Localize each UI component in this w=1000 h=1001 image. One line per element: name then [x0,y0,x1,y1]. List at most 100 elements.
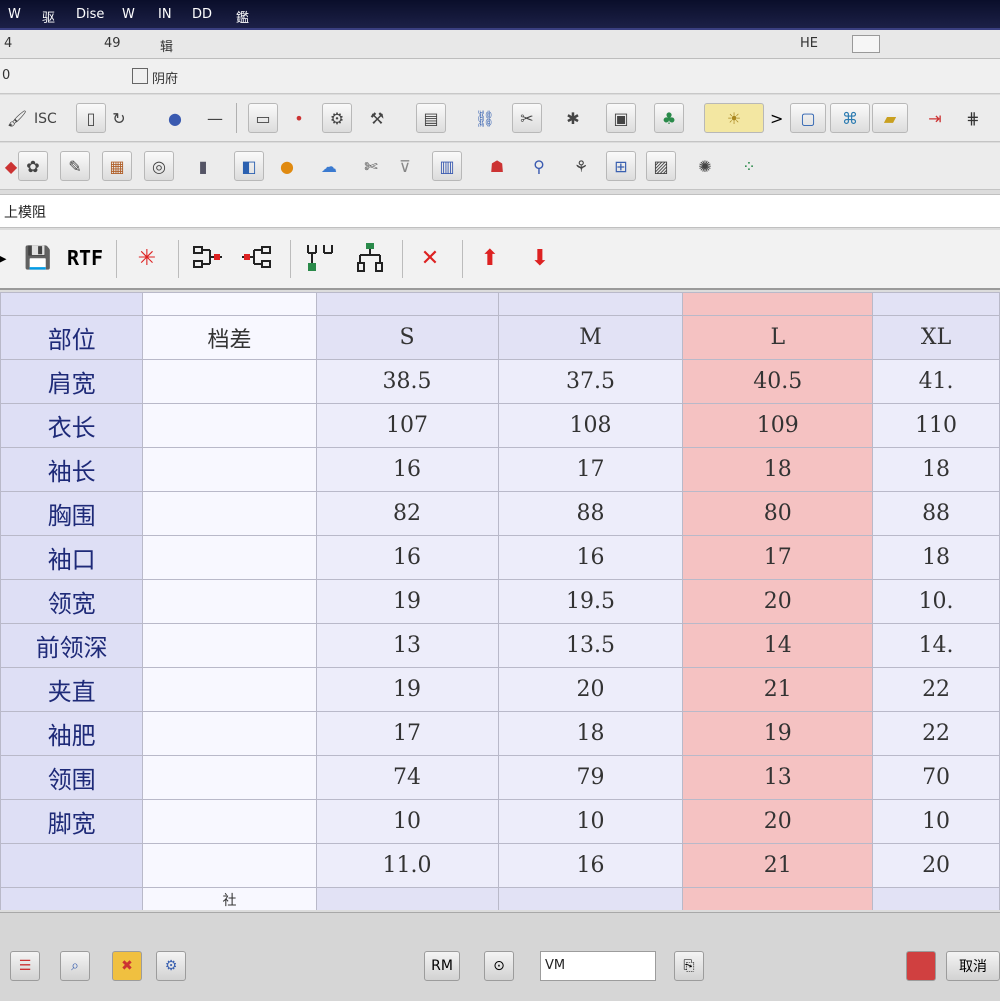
table-cell[interactable] [142,623,317,668]
leaf-icon[interactable]: ♣ [654,103,684,133]
search-icon[interactable]: ⌕ [60,951,90,981]
palette-icon[interactable]: ✿ [18,151,48,181]
scissors-icon[interactable]: ✄ [356,151,386,181]
cut-icon[interactable]: ✂ [512,103,542,133]
chart-icon[interactable]: ▥ [432,151,462,181]
table-cell[interactable]: 80 [682,491,874,536]
table-cell[interactable]: 70 [872,755,1000,800]
filter-icon[interactable]: ⊽ [390,151,420,181]
table-cell[interactable] [0,887,144,910]
next-icon[interactable]: > [770,109,783,128]
table-cell[interactable]: 10 [315,799,499,844]
table-cell[interactable] [142,447,317,492]
bug-icon[interactable]: ✱ [558,103,588,133]
settings-icon[interactable]: ⚙ [156,951,186,981]
table-cell[interactable]: 21 [682,843,874,888]
sun-icon[interactable]: ☀ [704,103,764,133]
table-cell[interactable]: 10 [497,799,684,844]
table-cell[interactable] [497,292,684,316]
mid-button[interactable]: RM [424,951,460,981]
link-icon[interactable]: ⛓ [470,103,500,133]
table-cell[interactable]: 13 [315,623,499,668]
database-icon[interactable]: ◧ [234,151,264,181]
people-icon[interactable]: ☗ [482,151,512,181]
row-label[interactable]: 衣长 [0,403,144,448]
move-down-icon[interactable]: ⬇ [522,240,558,276]
menu-item[interactable]: 4 [4,36,12,51]
list-icon[interactable]: ☰ [10,951,40,981]
table-cell[interactable]: 20 [682,579,874,624]
table-cell[interactable]: 41. [872,359,1000,404]
window-icon[interactable] [852,35,880,53]
row-label[interactable]: 脚宽 [0,799,144,844]
table-cell[interactable]: 16 [315,535,499,580]
row-label[interactable]: 领围 [0,755,144,800]
table-cell[interactable] [142,403,317,448]
row-label[interactable]: 袖肥 [0,711,144,756]
rtf-button[interactable]: RTF [64,240,106,276]
refresh-icon[interactable]: ↻ [104,103,134,133]
table-cell[interactable]: 16 [315,447,499,492]
table-cell[interactable] [497,887,684,910]
table-cell[interactable]: 10 [872,799,1000,844]
table-cell[interactable]: 20 [872,843,1000,888]
table-cell[interactable]: 88 [497,491,684,536]
copy-icon[interactable]: ⎘ [674,951,704,981]
cancel-button[interactable]: 取消 [946,951,1000,981]
stop-icon[interactable] [906,951,936,981]
table-cell[interactable]: 79 [497,755,684,800]
table-cell[interactable] [315,887,499,910]
table-cell[interactable] [142,535,317,580]
warning-icon[interactable]: ✖ [112,951,142,981]
table-cell[interactable] [315,292,499,316]
status-field[interactable]: VM [540,951,656,981]
strip-item[interactable]: 0 [2,68,10,83]
table-cell[interactable]: 22 [872,711,1000,756]
indent-icon[interactable] [188,240,228,276]
cloud-icon[interactable]: ☁ [314,151,344,181]
merge-icon[interactable] [350,240,390,276]
table-cell[interactable]: 37.5 [497,359,684,404]
frame-icon[interactable]: ▦ [102,151,132,181]
table-cell[interactable] [872,292,1000,316]
column-header[interactable]: 档差 [142,315,317,360]
split-icon[interactable] [300,240,340,276]
menu-item[interactable]: 49 [104,36,121,51]
row-label[interactable]: 袖长 [0,447,144,492]
brush-icon[interactable]: ✎ [60,151,90,181]
pin-icon[interactable]: • [284,103,314,133]
table-cell[interactable]: 18 [682,447,874,492]
table-cell[interactable]: 19 [682,711,874,756]
star-icon[interactable]: ✳ [130,240,164,276]
menu-item[interactable]: HE [800,36,818,51]
table-cell[interactable] [682,292,874,316]
row-label[interactable]: 肩宽 [0,359,144,404]
zoom-icon[interactable]: ⊙ [484,951,514,981]
grid-icon[interactable]: ⋕ [958,103,988,133]
table-cell[interactable] [142,292,317,316]
table-cell[interactable]: 21 [682,667,874,712]
server-icon[interactable]: ▮ [188,151,218,181]
table-cell[interactable]: 22 [872,667,1000,712]
brush-icon[interactable]: 🖌 [2,103,32,133]
image-icon[interactable]: ▣ [606,103,636,133]
save-icon[interactable]: 💾 [20,240,56,276]
outdent-icon[interactable] [236,240,276,276]
dash-icon[interactable]: — [200,103,230,133]
settings-icon[interactable]: ⚙ [322,103,352,133]
table-cell[interactable] [142,667,317,712]
table-cell[interactable]: 13 [682,755,874,800]
row-label[interactable]: 胸围 [0,491,144,536]
column-header[interactable]: M [497,315,684,360]
preview-icon[interactable]: ◎ [144,151,174,181]
table-cell[interactable]: 19 [315,579,499,624]
table-cell[interactable]: 20 [497,667,684,712]
dots-icon[interactable]: ⁘ [734,151,764,181]
table-cell[interactable]: 18 [497,711,684,756]
table-cell[interactable] [142,799,317,844]
tool2-icon[interactable]: ⚘ [566,151,596,181]
table-cell[interactable]: 社 [142,887,317,910]
circle-icon[interactable]: ● [272,151,302,181]
row-label[interactable]: 领宽 [0,579,144,624]
row-label[interactable]: 夹直 [0,667,144,712]
